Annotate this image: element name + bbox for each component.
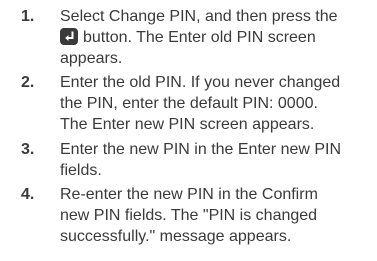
step-number: 4. <box>21 186 35 203</box>
step-text-line: appears. <box>60 50 123 67</box>
step-text-line: Select Change PIN, and then press the <box>60 8 338 25</box>
step-text: Enter the old PIN. If you never changed … <box>60 72 360 135</box>
step-text-line: Re-enter the new PIN in the Confirm <box>60 186 318 203</box>
step-text-line: fields. <box>60 162 102 179</box>
step-text-line: The Enter new PIN screen appears. <box>60 116 315 133</box>
step-text: Enter the new PIN in the Enter new PIN f… <box>60 139 360 181</box>
step-text-line: the PIN, enter the default PIN: 0000. <box>60 95 318 112</box>
instruction-steps: 1. Select Change PIN, and then press the… <box>0 0 377 261</box>
step-text-line: button. The Enter old PIN screen <box>83 29 316 46</box>
step-text-line: Enter the new PIN in the Enter new PIN <box>60 141 342 158</box>
step-text-line: new PIN fields. The "PIN is changed <box>60 207 318 224</box>
step-text: Re-enter the new PIN in the Confirm new … <box>60 184 360 247</box>
step-text-line-with-icon: button. The Enter old PIN screen <box>60 27 360 48</box>
enter-icon <box>60 28 78 45</box>
step-number: 3. <box>21 141 35 158</box>
step-text: Select Change PIN, and then press the bu… <box>60 6 360 69</box>
step-text-line: successfully." message appears. <box>60 228 292 245</box>
step-number: 2. <box>21 74 35 91</box>
step-text-line: Enter the old PIN. If you never changed <box>60 74 341 91</box>
step-number: 1. <box>21 8 35 25</box>
